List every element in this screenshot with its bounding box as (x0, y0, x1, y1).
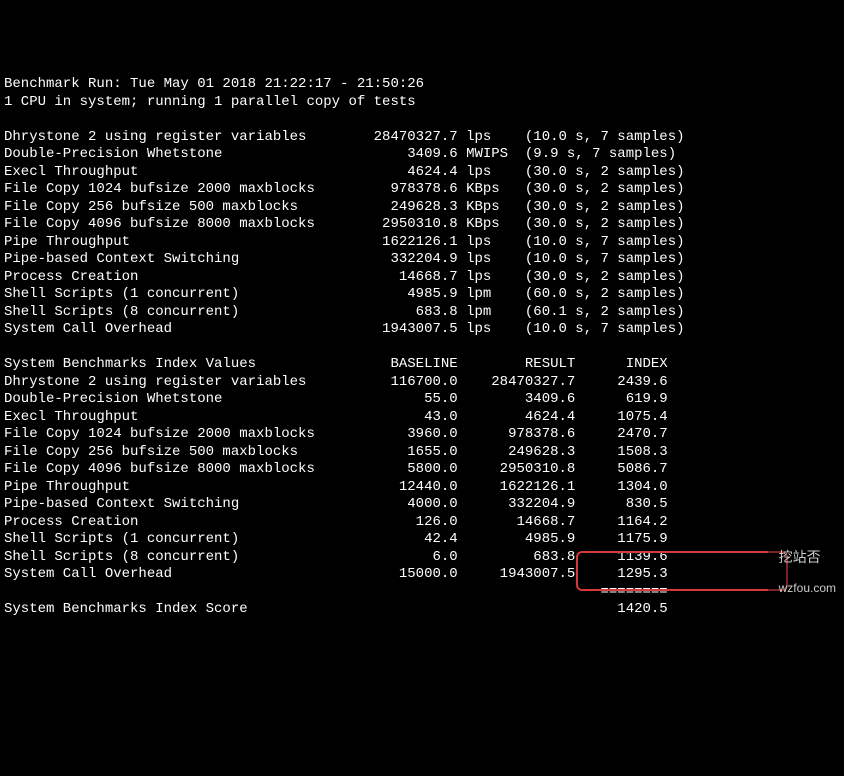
watermark-url: wzfou.com (779, 581, 836, 595)
terminal-output: Benchmark Run: Tue May 01 2018 21:22:17 … (4, 76, 840, 619)
watermark: 挖站否 wzfou.com (768, 532, 840, 599)
watermark-cn: 挖站否 (779, 549, 821, 565)
